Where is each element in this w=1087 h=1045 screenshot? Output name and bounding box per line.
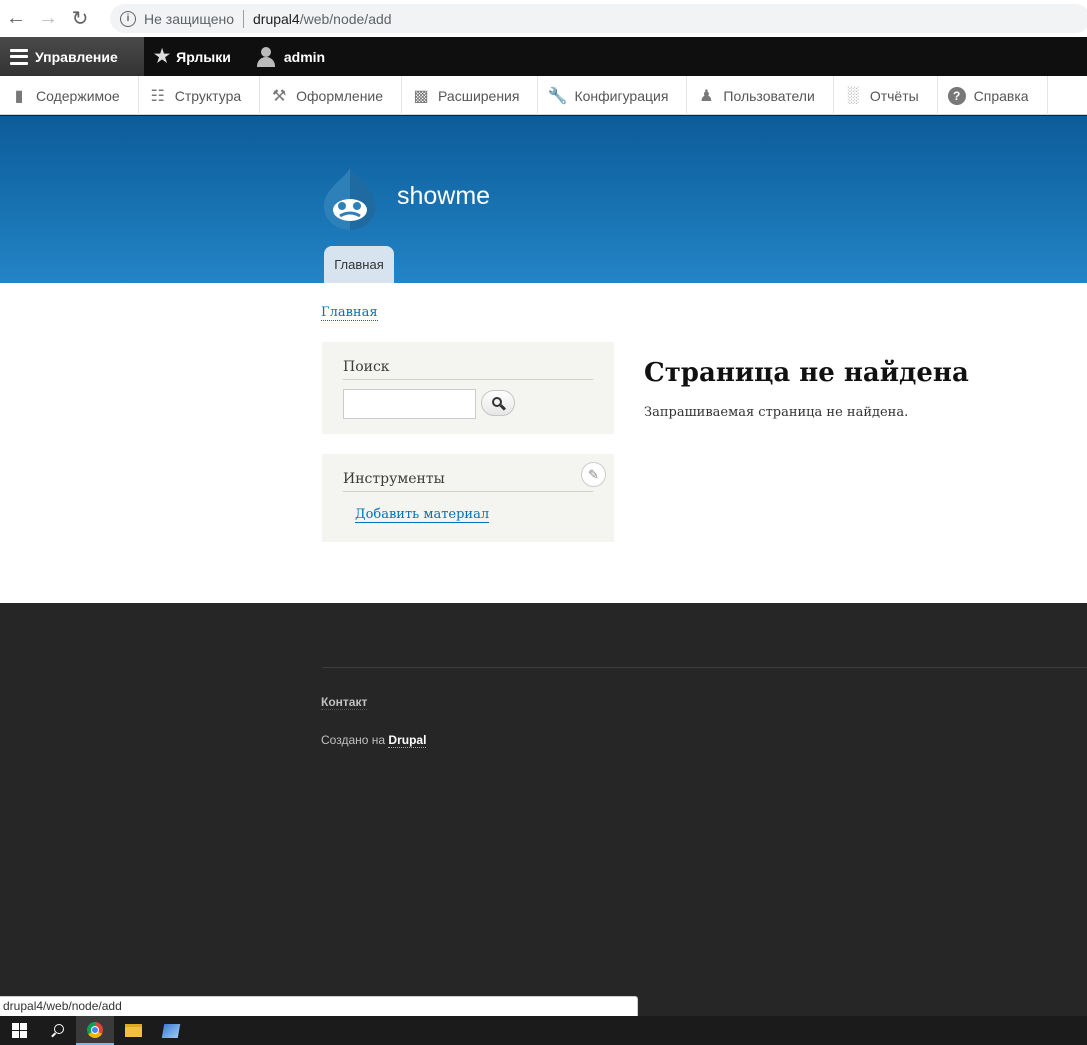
toolbar-manage-label: Управление [35,48,118,65]
windows-logo-icon [11,1023,27,1038]
footer-contact-link[interactable]: Контакт [321,695,368,710]
hamburger-icon [10,48,28,65]
site-name[interactable]: showme [397,182,490,211]
url-host: drupal4 [253,10,300,27]
toolbar-user-button[interactable]: admin [241,37,335,76]
chrome-icon [87,1021,103,1038]
drupal-logo-icon[interactable] [320,166,380,232]
pencil-icon[interactable]: ✎ [581,462,606,487]
tab-home[interactable]: Главная [324,246,394,283]
tools-block-title: Инструменты [343,471,593,492]
toolbar-shortcuts-button[interactable]: ★ Ярлыки [144,37,241,76]
search-icon [492,397,507,411]
toolbar-shortcuts-label: Ярлыки [176,48,231,65]
tray-item-label: Пользователи [723,87,815,104]
page-title: Страница не найдена [644,358,969,388]
bar-chart-icon: ░ [847,86,859,104]
tray-item-structure[interactable]: ☷ Структура [139,76,261,115]
tray-item-label: Конфигурация [574,87,669,104]
tray-item-label: Справка [973,87,1029,104]
star-icon: ★ [154,46,171,66]
footer-drupal-link[interactable]: Drupal [388,733,427,748]
start-button[interactable] [0,1016,38,1045]
footer-made-label: Создано на [321,733,386,747]
app-icon [161,1023,181,1038]
admin-tray: ▮ Содержимое ☷ Структура ⚒ Оформление ▩ … [0,76,1087,115]
tray-item-content[interactable]: ▮ Содержимое [0,76,139,115]
wrench-icon: 🔧 [547,87,568,105]
tray-item-label: Содержимое [36,87,120,104]
taskbar-search-button[interactable] [38,1016,76,1045]
back-arrow-icon[interactable]: ← [0,0,32,37]
admin-toolbar: Управление ★ Ярлыки admin [0,37,1087,76]
search-block: Поиск [322,342,614,434]
search-block-title: Поиск [343,359,593,380]
help-icon: ? [947,86,966,105]
tray-item-extend[interactable]: ▩ Расширения [402,76,539,115]
folder-icon [124,1024,142,1037]
divider [243,9,244,28]
tray-item-appearance[interactable]: ⚒ Оформление [260,76,403,115]
tray-item-label: Структура [174,87,242,104]
forward-arrow-icon[interactable]: → [32,0,64,37]
link-status-bubble: drupal4/web/node/add [0,996,638,1016]
windows-taskbar [0,1016,1087,1045]
tray-item-label: Отчёты [869,87,919,104]
security-label: Не защищено [144,10,234,27]
breadcrumb[interactable]: Главная [321,305,378,321]
page-icon: ▮ [14,87,24,105]
tray-item-help[interactable]: ? Справка [938,76,1048,115]
taskbar-chrome-button[interactable] [76,1016,114,1045]
url-path: /web/node/add [299,10,392,27]
search-button[interactable] [481,390,515,416]
tools-block: Инструменты ✎ Добавить материал [322,454,614,542]
taskbar-app-button[interactable] [152,1016,190,1045]
tray-item-reports[interactable]: ░ Отчёты [834,76,938,115]
search-icon [50,1024,64,1038]
info-icon[interactable]: i [120,10,136,27]
main-content: Главная Поиск Инструменты ✎ Добавить мат… [0,283,1087,603]
puzzle-icon: ▩ [413,87,429,105]
toolbar-user-label: admin [283,48,326,65]
add-content-link[interactable]: Добавить материал [355,507,490,523]
browser-toolbar: ← → ↻ i Не защищено drupal4/web/node/add [0,0,1087,37]
toolbar-manage-button[interactable]: Управление [0,37,144,76]
user-icon [256,46,275,67]
sitemap-icon: ☷ [150,87,165,105]
address-bar[interactable]: i Не защищено drupal4/web/node/add [110,4,1087,33]
taskbar-explorer-button[interactable] [114,1016,152,1045]
tray-item-label: Расширения [438,87,520,104]
page-message: Запрашиваемая страница не найдена. [644,405,909,420]
footer-divider [322,667,1087,668]
people-icon: ♟ [699,87,714,105]
tray-item-configuration[interactable]: 🔧 Конфигурация [538,76,688,115]
site-header: showme Главная [0,116,1087,283]
reload-icon[interactable]: ↻ [64,0,96,37]
search-input[interactable] [343,389,476,419]
tray-item-people[interactable]: ♟ Пользователи [687,76,834,115]
footer-powered-by: Создано на Drupal [321,733,427,748]
brush-icon: ⚒ [271,87,287,105]
tray-item-label: Оформление [296,87,384,104]
